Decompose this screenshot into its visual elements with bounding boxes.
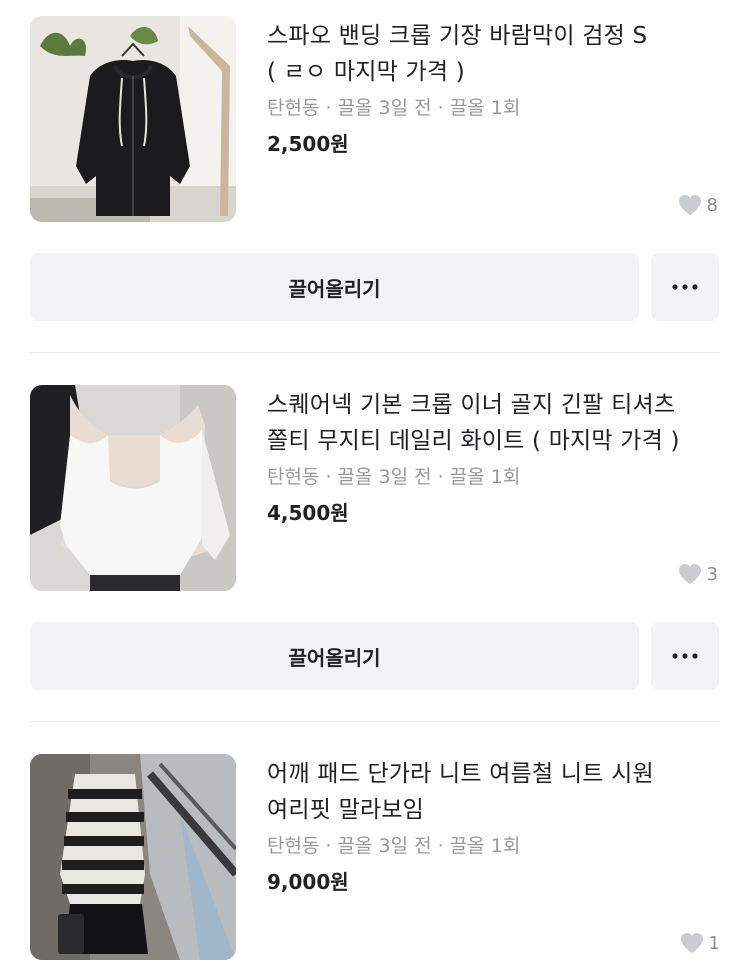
bump-button-label: 끌어올리기: [288, 645, 381, 670]
white-crop-top-image: [30, 385, 236, 591]
item-meta: 탄현동 · 끌올 3일 전 · 끌올 1회: [267, 835, 521, 857]
item-price: 9,000원: [267, 870, 349, 894]
item-title-line: 어깨 패드 단가라 니트 여름철 니트 시원: [267, 761, 654, 787]
sales-list: 스파오 밴딩 크롭 기장 바람막이 검정 S ( ㄹㅇ 마지막 가격 ) 탄현동…: [0, 0, 750, 980]
more-dots-icon: [672, 284, 698, 290]
item-title-line: 스파오 밴딩 크롭 기장 바람막이 검정 S: [267, 23, 648, 49]
item-title-line: 쫄티 무지티 데일리 화이트 ( 마지막 가격 ): [267, 428, 680, 454]
likes-count: 3: [677, 562, 718, 586]
item-thumbnail[interactable]: [30, 754, 236, 960]
likes-count: 8: [677, 193, 718, 217]
heart-icon: [680, 933, 703, 953]
item-price: 2,500원: [267, 132, 349, 156]
list-item[interactable]: 스파오 밴딩 크롭 기장 바람막이 검정 S ( ㄹㅇ 마지막 가격 ) 탄현동…: [0, 0, 750, 353]
black-windbreaker-image: [30, 16, 236, 222]
item-title-line: 여리핏 말라보임: [267, 797, 425, 823]
list-item[interactable]: 스퀘어넥 기본 크롭 이너 골지 긴팔 티셔츠 쫄티 무지티 데일리 화이트 (…: [0, 369, 750, 722]
item-thumbnail[interactable]: [30, 385, 236, 591]
divider: [30, 721, 720, 722]
heart-icon: [678, 564, 701, 584]
item-title[interactable]: 스파오 밴딩 크롭 기장 바람막이 검정 S ( ㄹㅇ 마지막 가격 ): [267, 18, 717, 90]
bump-button-label: 끌어올리기: [288, 276, 381, 301]
more-options-button[interactable]: [651, 253, 719, 321]
likes-count: 1: [679, 931, 720, 955]
item-title[interactable]: 어깨 패드 단가라 니트 여름철 니트 시원 여리핏 말라보임: [267, 756, 717, 828]
divider: [30, 352, 720, 353]
item-meta: 탄현동 · 끌올 3일 전 · 끌올 1회: [267, 466, 521, 488]
striped-knit-image: [30, 754, 236, 960]
likes-number: 1: [708, 932, 720, 954]
more-dots-icon: [672, 653, 698, 659]
item-meta: 탄현동 · 끌올 3일 전 · 끌올 1회: [267, 97, 521, 119]
likes-number: 3: [706, 563, 718, 585]
bump-button[interactable]: 끌어올리기: [30, 622, 639, 690]
item-title-line: 스퀘어넥 기본 크롭 이너 골지 긴팔 티셔츠: [267, 392, 676, 418]
item-title[interactable]: 스퀘어넥 기본 크롭 이너 골지 긴팔 티셔츠 쫄티 무지티 데일리 화이트 (…: [267, 387, 717, 459]
more-options-button[interactable]: [651, 622, 719, 690]
likes-number: 8: [706, 194, 718, 216]
heart-icon: [678, 195, 701, 215]
item-thumbnail[interactable]: [30, 16, 236, 222]
list-item[interactable]: 어깨 패드 단가라 니트 여름철 니트 시원 여리핏 말라보임 탄현동 · 끌올…: [0, 738, 750, 980]
item-title-line: ( ㄹㅇ 마지막 가격 ): [267, 59, 465, 85]
item-price: 4,500원: [267, 501, 349, 525]
bump-button[interactable]: 끌어올리기: [30, 253, 639, 321]
